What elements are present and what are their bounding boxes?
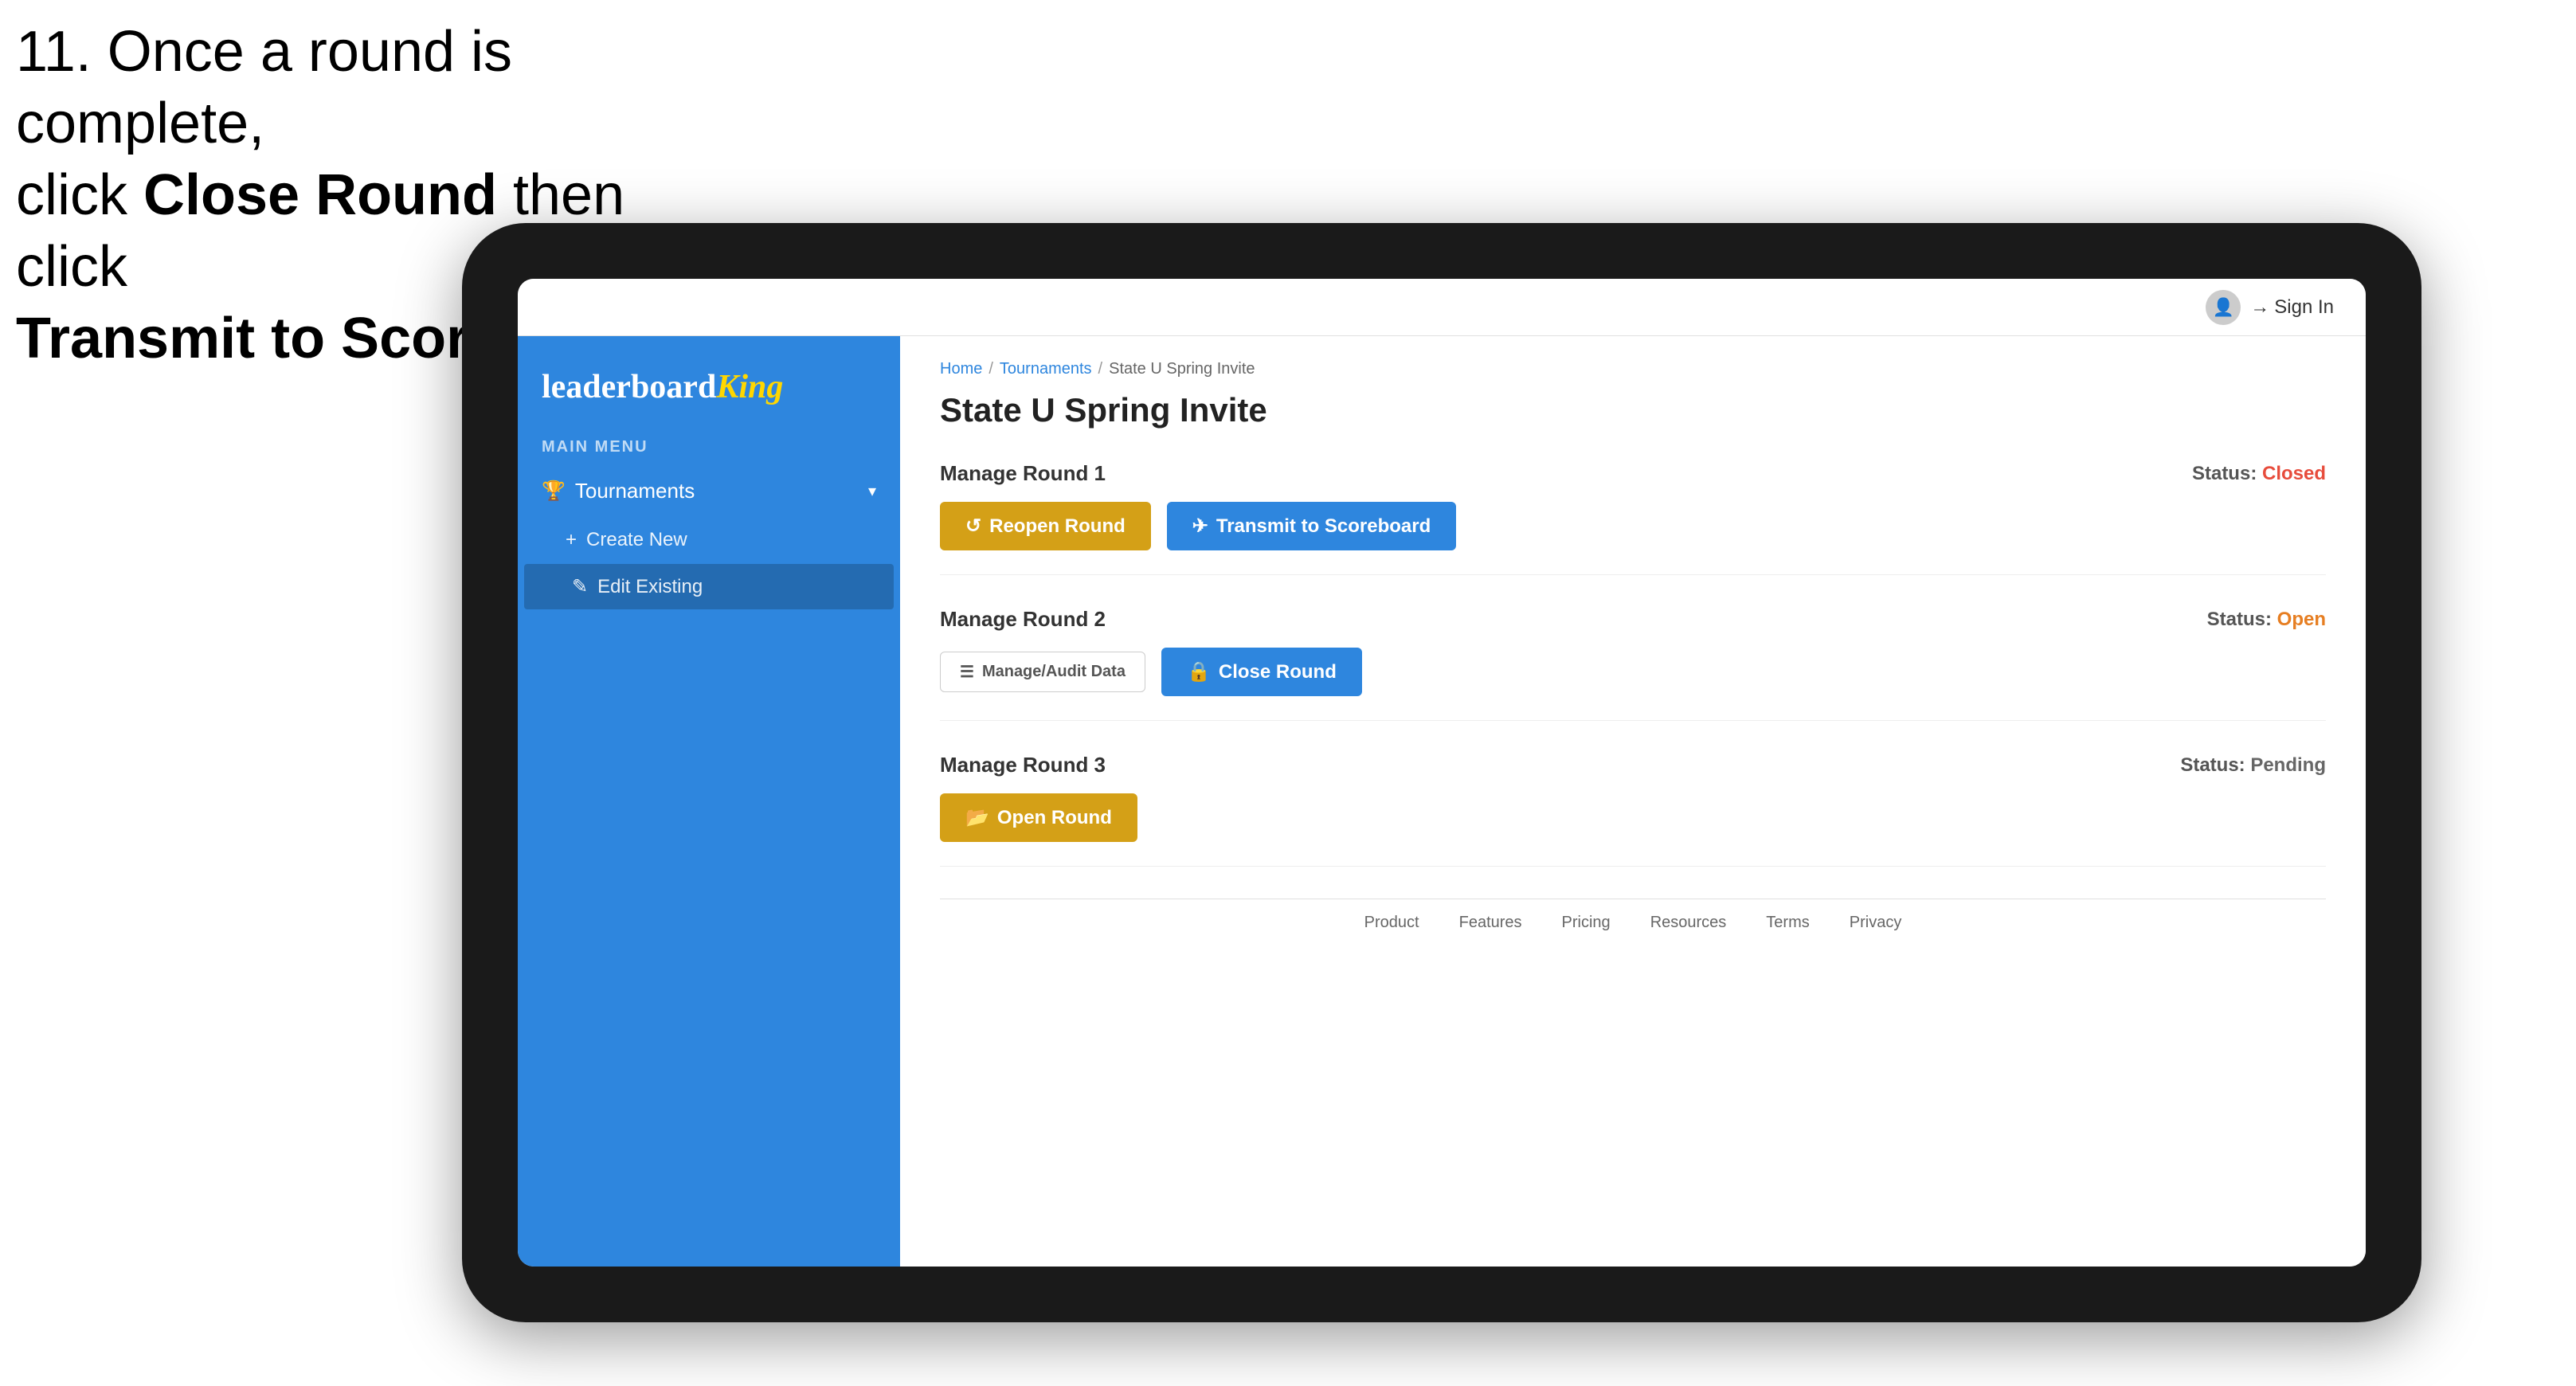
round-2-status-value: Open	[2277, 609, 2326, 630]
content-area: Home / Tournaments / State U Spring Invi…	[900, 336, 2366, 1267]
breadcrumb-sep2: /	[1098, 360, 1103, 378]
round-3-header: Manage Round 3 Status: Pending	[940, 753, 2326, 777]
footer-pricing[interactable]: Pricing	[1562, 914, 1611, 932]
round-1-status: Status: Closed	[2192, 463, 2326, 485]
footer-privacy[interactable]: Privacy	[1850, 914, 1902, 932]
round-2-status: Status: Open	[2207, 609, 2326, 631]
main-menu-label: MAIN MENU	[518, 430, 900, 464]
instruction-line1: 11. Once a round is complete,	[16, 16, 733, 159]
trophy-icon: 🏆	[542, 480, 566, 503]
round-2-actions: ☰ Manage/Audit Data 🔒 Close Round	[940, 648, 2326, 696]
footer-resources[interactable]: Resources	[1650, 914, 1727, 932]
footer-features[interactable]: Features	[1459, 914, 1522, 932]
breadcrumb-current: State U Spring Invite	[1109, 360, 1255, 378]
transmit-to-scoreboard-button[interactable]: ✈ Transmit to Scoreboard	[1167, 502, 1457, 550]
sign-in-area: 👤 → Sign In	[2206, 290, 2334, 325]
round-2-title: Manage Round 2	[940, 607, 1106, 632]
round-1-status-value: Closed	[2262, 463, 2326, 484]
round-1-title: Manage Round 1	[940, 461, 1106, 486]
reopen-round-button[interactable]: ↺ Reopen Round	[940, 502, 1151, 550]
list-icon: ☰	[960, 662, 974, 682]
edit-icon: ✎	[572, 575, 588, 598]
folder-icon: 📂	[965, 806, 989, 829]
tablet-device: 👤 → Sign In leaderboardKing MAIN MENU 🏆	[462, 223, 2421, 1322]
breadcrumb: Home / Tournaments / State U Spring Invi…	[940, 360, 2326, 378]
sidebar-sub-item-edit-existing[interactable]: ✎ Edit Existing	[524, 564, 894, 609]
breadcrumb-sep1: /	[989, 360, 993, 378]
footer-terms[interactable]: Terms	[1766, 914, 1809, 932]
close-round-button[interactable]: 🔒 Close Round	[1161, 648, 1362, 696]
round-3-status-value: Pending	[2250, 754, 2326, 776]
main-area: leaderboardKing MAIN MENU 🏆 Tournaments …	[518, 336, 2366, 1267]
round-2-header: Manage Round 2 Status: Open	[940, 607, 2326, 632]
lock-icon: 🔒	[1187, 660, 1211, 683]
top-bar: 👤 → Sign In	[518, 279, 2366, 336]
sign-in-button[interactable]: → Sign In	[2250, 296, 2334, 319]
round-2-section: Manage Round 2 Status: Open ☰ Manage/Aud…	[940, 607, 2326, 721]
sidebar-sub-item-create-new[interactable]: + Create New	[518, 518, 900, 562]
open-round-button[interactable]: 📂 Open Round	[940, 793, 1137, 842]
round-1-header: Manage Round 1 Status: Closed	[940, 461, 2326, 486]
manage-audit-data-button[interactable]: ☰ Manage/Audit Data	[940, 652, 1145, 692]
round-3-actions: 📂 Open Round	[940, 793, 2326, 842]
logo-area: leaderboardKing	[518, 352, 900, 430]
avatar: 👤	[2206, 290, 2241, 325]
sidebar-item-tournaments[interactable]: 🏆 Tournaments ▾	[518, 464, 900, 518]
footer: Product Features Pricing Resources Terms…	[940, 899, 2326, 946]
round-3-status: Status: Pending	[2180, 754, 2326, 777]
round-3-section: Manage Round 3 Status: Pending 📂 Open Ro…	[940, 753, 2326, 867]
round-1-section: Manage Round 1 Status: Closed ↺ Reopen R…	[940, 461, 2326, 575]
round-1-actions: ↺ Reopen Round ✈ Transmit to Scoreboard	[940, 502, 2326, 550]
reopen-icon: ↺	[965, 515, 981, 538]
breadcrumb-tournaments[interactable]: Tournaments	[1000, 360, 1092, 378]
tablet-screen: 👤 → Sign In leaderboardKing MAIN MENU 🏆	[518, 279, 2366, 1267]
round-3-title: Manage Round 3	[940, 753, 1106, 777]
sidebar: leaderboardKing MAIN MENU 🏆 Tournaments …	[518, 336, 900, 1267]
footer-product[interactable]: Product	[1364, 914, 1419, 932]
transmit-icon: ✈	[1192, 515, 1208, 538]
breadcrumb-home[interactable]: Home	[940, 360, 982, 378]
page-title: State U Spring Invite	[940, 391, 2326, 429]
sign-in-arrow-icon: →	[2250, 296, 2269, 319]
chevron-down-icon: ▾	[868, 481, 876, 501]
logo: leaderboardKing	[542, 368, 876, 406]
plus-icon: +	[566, 529, 577, 551]
